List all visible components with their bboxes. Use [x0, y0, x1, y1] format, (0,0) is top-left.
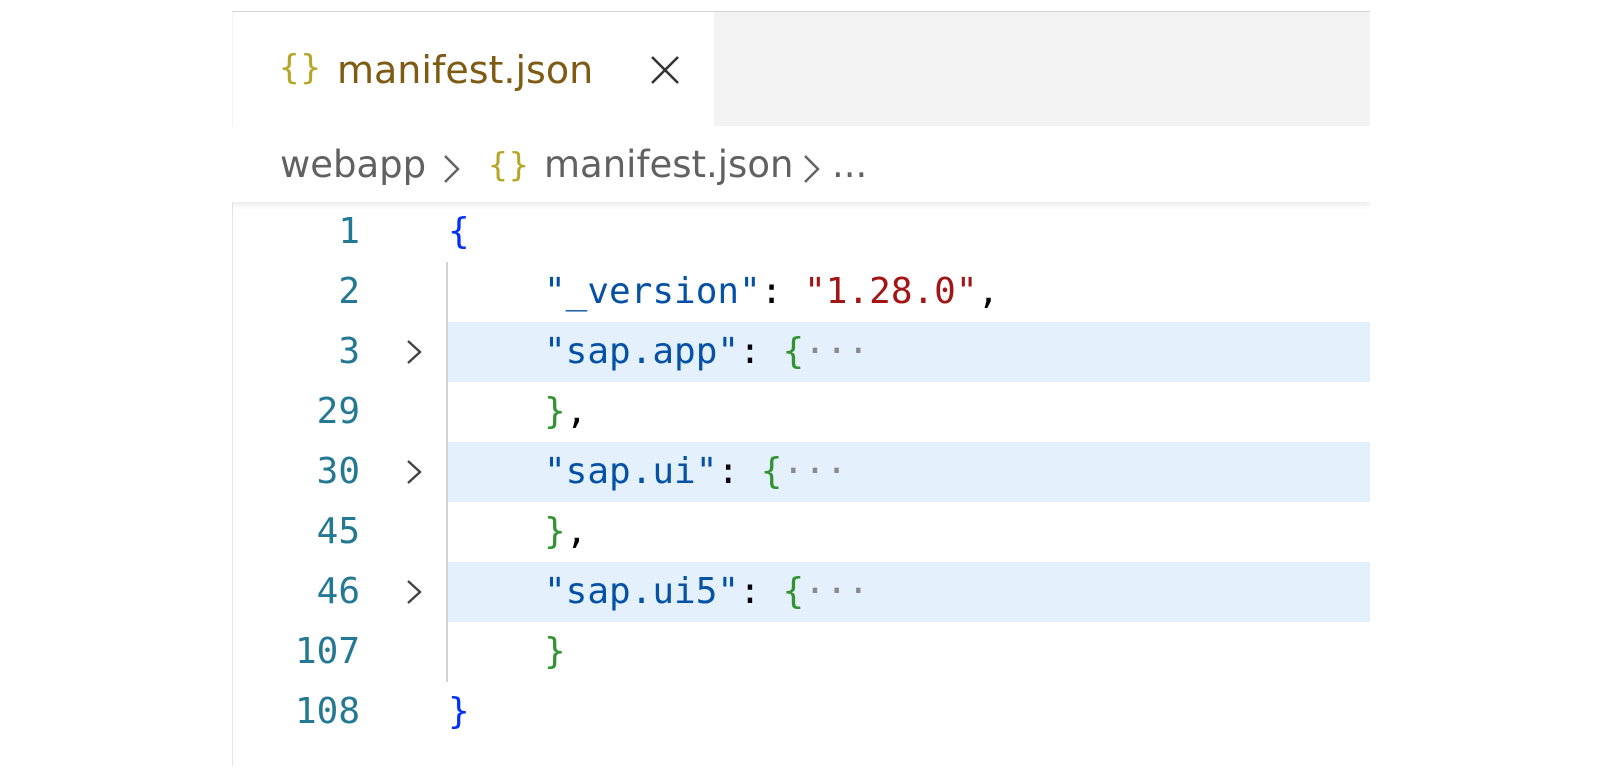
- fold-chevron-icon[interactable]: [400, 578, 428, 606]
- colon: :: [739, 571, 761, 612]
- code-line: 108 }: [232, 682, 1370, 742]
- line-number: 45: [316, 511, 360, 552]
- open-brace: {: [782, 331, 805, 372]
- json-key: "sap.ui5": [544, 571, 740, 612]
- code-area[interactable]: 1 { 2 "_version": "1.28.0", 3 "sap.app":…: [232, 202, 1370, 766]
- breadcrumb: webapp {} manifest.json ...: [232, 126, 1370, 202]
- comma: ,: [565, 391, 588, 432]
- line-number: 1: [338, 211, 360, 252]
- tab-bar: {} manifest.json: [232, 12, 1370, 126]
- json-string-value: "1.28.0": [804, 271, 978, 312]
- code-text: "_version": "1.28.0",: [544, 262, 999, 322]
- json-key: "_version": [544, 271, 761, 312]
- line-number: 107: [294, 631, 360, 672]
- comma: ,: [565, 511, 588, 552]
- comma: ,: [977, 271, 1000, 312]
- breadcrumb-item-webapp[interactable]: webapp: [280, 142, 426, 188]
- code-line: 107 }: [232, 622, 1370, 682]
- json-key: "sap.app": [544, 331, 740, 372]
- fold-chevron-icon[interactable]: [400, 458, 428, 486]
- line-number: 108: [294, 691, 360, 732]
- code-text: },: [544, 502, 587, 562]
- close-brace: }: [544, 391, 566, 432]
- line-number: 2: [338, 271, 360, 312]
- json-braces-icon: {}: [488, 145, 530, 184]
- line-number: 30: [316, 451, 360, 492]
- tab-label: manifest.json: [337, 48, 594, 92]
- code-text: },: [544, 382, 587, 442]
- chevron-right-icon: [440, 150, 462, 196]
- folded-ellipsis[interactable]: ···: [804, 571, 869, 612]
- folded-ellipsis[interactable]: ···: [804, 331, 869, 372]
- breadcrumb-item-manifest[interactable]: manifest.json: [544, 142, 793, 188]
- line-number: 29: [316, 391, 360, 432]
- code-line-folded: 30 "sap.ui": {···: [232, 442, 1370, 502]
- code-line: 2 "_version": "1.28.0",: [232, 262, 1370, 322]
- code-text: "sap.ui5": {···: [544, 562, 869, 622]
- colon: :: [760, 271, 783, 312]
- code-line: 29 },: [232, 382, 1370, 442]
- open-brace: {: [782, 571, 805, 612]
- chevron-right-icon: [800, 150, 822, 196]
- code-editor: {} manifest.json webapp {} manifest.json…: [232, 11, 1370, 766]
- code-line: 45 },: [232, 502, 1370, 562]
- code-text: "sap.ui": {···: [544, 442, 847, 502]
- json-key: "sap.ui": [544, 451, 718, 492]
- line-number: 3: [338, 331, 360, 372]
- code-line-folded: 46 "sap.ui5": {···: [232, 562, 1370, 622]
- open-brace: {: [760, 451, 783, 492]
- colon: :: [739, 331, 761, 372]
- folded-ellipsis[interactable]: ···: [782, 451, 847, 492]
- breadcrumb-more[interactable]: ...: [832, 142, 867, 188]
- code-text: "sap.app": {···: [544, 322, 869, 382]
- line-number: 46: [316, 571, 360, 612]
- fold-chevron-icon[interactable]: [400, 338, 428, 366]
- close-icon[interactable]: [647, 52, 683, 88]
- close-brace: }: [544, 511, 566, 552]
- tab-manifest-json[interactable]: {} manifest.json: [233, 12, 714, 126]
- open-brace: {: [448, 211, 470, 252]
- close-brace: }: [544, 631, 566, 672]
- colon: :: [717, 451, 740, 492]
- json-braces-icon: {}: [279, 48, 322, 88]
- code-text: }: [544, 622, 566, 682]
- code-line-folded: 3 "sap.app": {···: [232, 322, 1370, 382]
- code-line: 1 {: [232, 202, 1370, 262]
- close-brace: }: [448, 691, 470, 732]
